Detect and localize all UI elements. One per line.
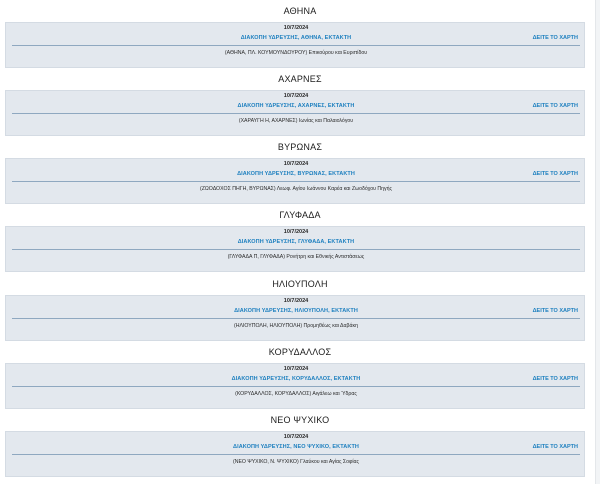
section-vyronas: ΒΥΡΩΝΑΣ 10/7/2024 ΔΙΑΚΟΠΗ ΥΔΡΕΥΣΗΣ, ΒΥΡΩ…: [0, 136, 600, 204]
section-title: ΓΛΥΦΑΔΑ: [279, 210, 321, 220]
section-ilioupoli: ΗΛΙΟΥΠΟΛΗ 10/7/2024 ΔΙΑΚΟΠΗ ΥΔΡΕΥΣΗΣ, ΗΛ…: [0, 273, 600, 341]
outage-card: 10/7/2024 ΔΙΑΚΟΠΗ ΥΔΡΕΥΣΗΣ, ΑΧΑΡΝΕΣ, ΕΚΤ…: [5, 90, 585, 136]
outage-headline-link[interactable]: ΔΙΑΚΟΠΗ ΥΔΡΕΥΣΗΣ, ΗΛΙΟΥΠΟΛΗ, ΕΚΤΑΚΤΗ: [6, 308, 586, 314]
outage-headline-link[interactable]: ΔΙΑΚΟΠΗ ΥΔΡΕΥΣΗΣ, ΝΕΟ ΨΥΧΙΚΟ, ΕΚΤΑΚΤΗ: [6, 444, 586, 450]
outage-card: 10/7/2024 ΔΙΑΚΟΠΗ ΥΔΡΕΥΣΗΣ, ΝΕΟ ΨΥΧΙΚΟ, …: [5, 431, 585, 477]
outage-detail: (ΧΑΡΑΥΓΗ Η, ΑΧΑΡΝΕΣ) Ιωνίας και Παλαιολό…: [238, 118, 354, 124]
see-map-link[interactable]: ΔΕΙΤΕ ΤΟ ΧΑΡΤΗ: [533, 171, 578, 177]
outage-headline-link[interactable]: ΔΙΑΚΟΠΗ ΥΔΡΕΥΣΗΣ, ΑΧΑΡΝΕΣ, ΕΚΤΑΚΤΗ: [6, 103, 586, 109]
outage-date: 10/7/2024: [283, 25, 309, 31]
section-title: ΑΘΗΝΑ: [283, 6, 317, 16]
outage-card: 10/7/2024 ΔΙΑΚΟΠΗ ΥΔΡΕΥΣΗΣ, ΒΥΡΩΝΑΣ, ΕΚΤ…: [5, 158, 585, 204]
outage-date: 10/7/2024: [283, 298, 309, 304]
outage-headline-link[interactable]: ΔΙΑΚΟΠΗ ΥΔΡΕΥΣΗΣ, ΒΥΡΩΝΑΣ, ΕΚΤΑΚΤΗ: [6, 171, 586, 177]
outage-date: 10/7/2024: [283, 229, 309, 235]
section-korydallos: ΚΟΡΥΔΑΛΛΟΣ 10/7/2024 ΔΙΑΚΟΠΗ ΥΔΡΕΥΣΗΣ, Κ…: [0, 341, 600, 409]
section-glyfada: ΓΛΥΦΑΔΑ 10/7/2024 ΔΙΑΚΟΠΗ ΥΔΡΕΥΣΗΣ, ΓΛΥΦ…: [0, 204, 600, 272]
divider: [12, 454, 580, 455]
outage-detail: (ΗΛΙΟΥΠΟΛΗ, ΗΛΙΟΥΠΟΛΗ) Προμηθέως και Δαβ…: [234, 323, 358, 329]
section-title: ΒΥΡΩΝΑΣ: [277, 142, 323, 152]
see-map-link[interactable]: ΔΕΙΤΕ ΤΟ ΧΑΡΤΗ: [533, 103, 578, 109]
section-title: ΑΧΑΡΝΕΣ: [278, 74, 322, 84]
divider: [12, 181, 580, 182]
outage-card: 10/7/2024 ΔΙΑΚΟΠΗ ΥΔΡΕΥΣΗΣ, ΚΟΡΥΔΑΛΛΟΣ, …: [5, 363, 585, 409]
outage-headline-link[interactable]: ΔΙΑΚΟΠΗ ΥΔΡΕΥΣΗΣ, ΑΘΗΝΑ, ΕΚΤΑΚΤΗ: [6, 35, 586, 41]
scrollbar-track[interactable]: [595, 0, 600, 484]
section-title: ΚΟΡΥΔΑΛΛΟΣ: [268, 347, 332, 357]
outage-detail: (ΝΕΟ ΨΥΧΙΚΟ, Ν. ΨΥΧΙΚΟ) Γλαύκου και Αγία…: [232, 459, 360, 465]
outage-detail: (ΚΟΡΥΔΑΛΛΟΣ, ΚΟΡΥΔΑΛΛΟΣ) Αιγάλεω και Ύδρ…: [235, 391, 357, 397]
divider: [12, 45, 580, 46]
divider: [12, 386, 580, 387]
section-title: ΝΕΟ ΨΥΧΙΚΟ: [270, 415, 330, 425]
outage-date: 10/7/2024: [283, 161, 309, 167]
section-neo-psychiko: ΝΕΟ ΨΥΧΙΚΟ 10/7/2024 ΔΙΑΚΟΠΗ ΥΔΡΕΥΣΗΣ, Ν…: [0, 409, 600, 477]
divider: [12, 249, 580, 250]
section-title: ΗΛΙΟΥΠΟΛΗ: [272, 279, 328, 289]
outage-headline-link[interactable]: ΔΙΑΚΟΠΗ ΥΔΡΕΥΣΗΣ, ΓΛΥΦΑΔΑ, ΕΚΤΑΚΤΗ: [6, 239, 586, 245]
outage-detail: (ΖΩΟΔΟΧΟΣ ΠΗΓΗ, ΒΥΡΩΝΑΣ) Λεωφ. Αγίου Ιωά…: [200, 186, 392, 192]
outage-card: 10/7/2024 ΔΙΑΚΟΠΗ ΥΔΡΕΥΣΗΣ, ΑΘΗΝΑ, ΕΚΤΑΚ…: [5, 22, 585, 68]
outage-detail: (ΓΛΥΦΑΔΑ Π, ΓΛΥΦΑΔΑ) Ρονήτρη και Εθνικής…: [227, 254, 365, 260]
outage-date: 10/7/2024: [283, 434, 309, 440]
see-map-link[interactable]: ΔΕΙΤΕ ΤΟ ΧΑΡΤΗ: [533, 444, 578, 450]
outage-card: 10/7/2024 ΔΙΑΚΟΠΗ ΥΔΡΕΥΣΗΣ, ΗΛΙΟΥΠΟΛΗ, Ε…: [5, 295, 585, 341]
outage-date: 10/7/2024: [283, 93, 309, 99]
section-athens: ΑΘΗΝΑ 10/7/2024 ΔΙΑΚΟΠΗ ΥΔΡΕΥΣΗΣ, ΑΘΗΝΑ,…: [0, 0, 600, 68]
outage-date: 10/7/2024: [283, 366, 309, 372]
outage-card: 10/7/2024 ΔΙΑΚΟΠΗ ΥΔΡΕΥΣΗΣ, ΓΛΥΦΑΔΑ, ΕΚΤ…: [5, 226, 585, 272]
see-map-link[interactable]: ΔΕΙΤΕ ΤΟ ΧΑΡΤΗ: [533, 35, 578, 41]
see-map-link[interactable]: ΔΕΙΤΕ ΤΟ ΧΑΡΤΗ: [533, 376, 578, 382]
outage-detail: (ΑΘΗΝΑ, ΠΛ. ΚΟΥΜΟΥΝΔΟΥΡΟΥ) Επικούρου και…: [224, 50, 368, 56]
section-acharnes: ΑΧΑΡΝΕΣ 10/7/2024 ΔΙΑΚΟΠΗ ΥΔΡΕΥΣΗΣ, ΑΧΑΡ…: [0, 68, 600, 136]
divider: [12, 318, 580, 319]
see-map-link[interactable]: ΔΕΙΤΕ ΤΟ ΧΑΡΤΗ: [533, 308, 578, 314]
divider: [12, 113, 580, 114]
outage-headline-link[interactable]: ΔΙΑΚΟΠΗ ΥΔΡΕΥΣΗΣ, ΚΟΡΥΔΑΛΛΟΣ, ΕΚΤΑΚΤΗ: [6, 376, 586, 382]
